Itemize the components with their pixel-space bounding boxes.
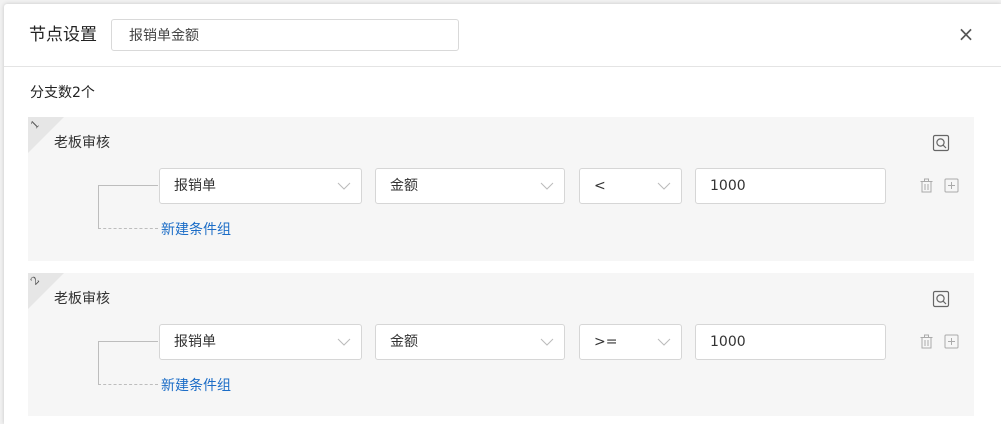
condition-value-input[interactable] — [695, 168, 886, 204]
condition-connector-line — [98, 185, 158, 186]
chevron-down-icon — [540, 182, 554, 190]
field-select[interactable]: 金额 — [375, 168, 565, 204]
branch-node-title: 老板审核 — [54, 291, 110, 307]
form-select-value: 报销单 — [174, 178, 216, 194]
branch-count-label: 分支数2个 — [30, 85, 95, 101]
new-condition-group-link[interactable]: 新建条件组 — [161, 220, 231, 240]
form-select[interactable]: 报销单 — [159, 168, 362, 204]
field-select-value: 金额 — [390, 178, 418, 194]
new-group-connector — [98, 228, 158, 229]
operator-select[interactable]: < — [579, 168, 682, 204]
dialog-title: 节点设置 — [29, 25, 97, 45]
form-select-value: 报销单 — [174, 334, 216, 350]
field-select[interactable]: 金额 — [375, 324, 565, 360]
operator-select-value: < — [594, 178, 606, 194]
branch-panel-1: 1 老板审核 报销单 金额 < 1000 新建条件组 — [28, 117, 974, 261]
operator-select[interactable]: >= — [579, 324, 682, 360]
dialog-header: 节点设置 × — [4, 4, 1001, 67]
preview-icon[interactable] — [932, 134, 950, 152]
form-select[interactable]: 报销单 — [159, 324, 362, 360]
new-group-connector — [98, 384, 158, 385]
trash-icon[interactable] — [919, 178, 934, 193]
node-name-input[interactable] — [111, 19, 459, 51]
condition-connector — [98, 185, 99, 229]
chevron-down-icon — [337, 182, 351, 190]
chevron-down-icon — [657, 182, 671, 190]
chevron-down-icon — [337, 338, 351, 346]
node-settings-dialog: 节点设置 × 分支数2个 1 老板审核 报销单 金额 < — [4, 4, 1001, 424]
plus-square-icon[interactable] — [944, 178, 959, 193]
new-condition-group-link[interactable]: 新建条件组 — [161, 376, 231, 396]
condition-value-input[interactable] — [695, 324, 886, 360]
branch-panel-2: 2 老板审核 报销单 金额 >= 1000 新建条件组 — [28, 273, 974, 416]
condition-connector-line — [98, 341, 158, 342]
operator-select-value: >= — [594, 334, 618, 350]
close-icon[interactable]: × — [955, 23, 977, 45]
preview-icon[interactable] — [932, 290, 950, 308]
trash-icon[interactable] — [919, 334, 934, 349]
plus-square-icon[interactable] — [944, 334, 959, 349]
chevron-down-icon — [657, 338, 671, 346]
branch-node-title: 老板审核 — [54, 135, 110, 151]
chevron-down-icon — [540, 338, 554, 346]
field-select-value: 金额 — [390, 334, 418, 350]
condition-connector — [98, 341, 99, 385]
